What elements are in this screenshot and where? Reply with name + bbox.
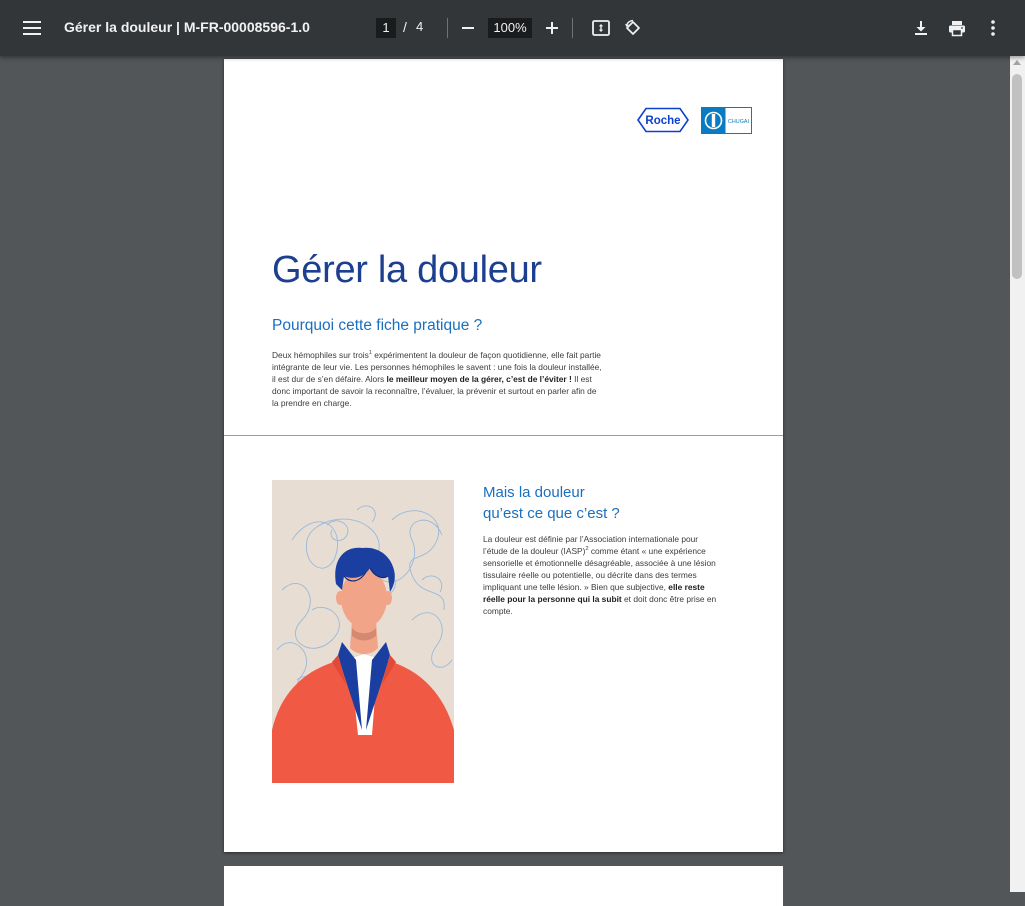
section-title-line: Mais la douleur <box>483 484 585 501</box>
download-icon <box>915 21 927 35</box>
fit-page-icon <box>592 20 610 36</box>
plus-icon <box>546 22 558 34</box>
person-illustration <box>272 480 454 783</box>
pdf-toolbar: Gérer la douleur | M-FR-00008596-1.0 1 /… <box>0 0 1025 56</box>
section-divider <box>224 435 783 436</box>
fit-to-page-button[interactable] <box>585 12 617 44</box>
rotate-icon <box>625 19 640 35</box>
intro-bold-text: le meilleur moyen de la gérer, c’est de … <box>386 374 572 384</box>
menu-button[interactable] <box>16 12 48 44</box>
section-paragraph: La douleur est définie par l’Association… <box>483 533 723 617</box>
more-options-button[interactable] <box>977 12 1009 44</box>
section-title-line: qu’est ce que c’est ? <box>483 505 620 522</box>
page-subtitle: Pourquoi cette fiche pratique ? <box>272 317 483 334</box>
page-total: 4 <box>416 19 424 34</box>
zoom-out-button[interactable] <box>452 12 484 44</box>
page-title: Gérer la douleur <box>272 249 542 291</box>
pdf-page-2 <box>224 866 783 906</box>
chugai-logo-text: CHUGAI <box>728 119 749 125</box>
page-number-input[interactable]: 1 <box>376 18 396 38</box>
rotate-button[interactable] <box>617 12 649 44</box>
scroll-up-arrow-icon[interactable] <box>1013 60 1021 65</box>
scrollbar-thumb[interactable] <box>1012 74 1022 279</box>
document-title: Gérer la douleur | M-FR-00008596-1.0 <box>64 19 310 35</box>
toolbar-divider <box>572 18 573 38</box>
download-button[interactable] <box>905 12 937 44</box>
print-button[interactable] <box>941 12 973 44</box>
roche-logo: Roche <box>637 107 689 133</box>
section-title: Mais la douleur qu’est ce que c’est ? <box>483 482 620 524</box>
toolbar-divider <box>447 18 448 38</box>
chugai-logo: CHUGAI <box>701 107 752 134</box>
more-vert-icon <box>991 20 995 36</box>
zoom-in-button[interactable] <box>536 12 568 44</box>
menu-icon <box>23 21 41 35</box>
print-icon <box>949 20 965 36</box>
roche-logo-text: Roche <box>645 115 680 127</box>
page-separator: / <box>403 19 407 35</box>
vertical-scrollbar[interactable] <box>1010 56 1025 892</box>
minus-icon <box>462 27 474 29</box>
intro-paragraph: Deux hémophiles sur trois1 expérimentent… <box>272 349 602 409</box>
zoom-level-input[interactable]: 100% <box>488 18 532 38</box>
pdf-page-1: Roche CHUGAI Gérer la douleur Pourquoi c… <box>224 59 783 852</box>
intro-text: Deux hémophiles sur trois <box>272 350 369 360</box>
